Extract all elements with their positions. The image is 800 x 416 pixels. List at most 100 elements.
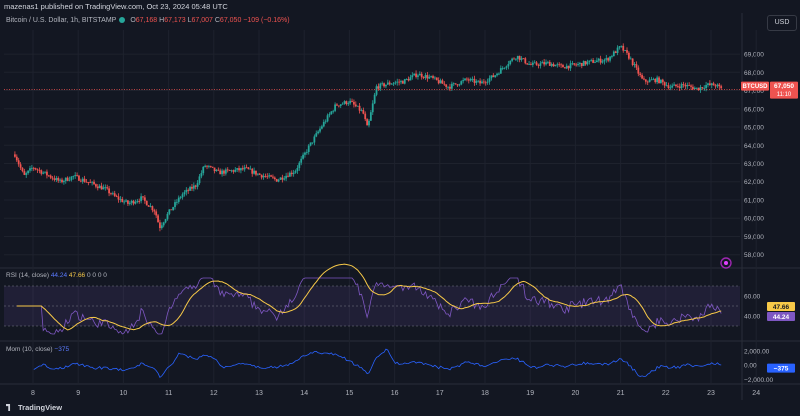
candle-body — [302, 154, 304, 159]
x-tick-label: 21 — [617, 390, 625, 397]
candle-body — [200, 173, 203, 177]
candle-body — [426, 75, 429, 79]
candle-body — [321, 126, 323, 129]
x-tick-label: 23 — [707, 390, 715, 397]
candle-body — [443, 83, 446, 85]
candle-body — [486, 81, 489, 83]
candle-body — [654, 78, 657, 83]
candle-body — [633, 64, 636, 66]
candle-body — [44, 171, 46, 173]
candle-body — [270, 175, 272, 177]
y-tick-label: 58,000 — [744, 252, 764, 259]
candle-body — [174, 202, 176, 208]
candle-body — [513, 58, 515, 60]
candle-body — [428, 76, 431, 79]
candle-body — [673, 84, 675, 86]
candle-body — [375, 86, 378, 95]
candle-body — [219, 170, 222, 175]
chart-svg[interactable]: 69,00068,00067,00066,00065,00064,00063,0… — [0, 0, 800, 416]
candle-body — [191, 186, 193, 189]
candle-body — [385, 84, 387, 87]
candle-body — [449, 86, 451, 89]
candle-body — [567, 65, 570, 69]
candle-body — [594, 62, 596, 63]
candle-body — [153, 210, 156, 212]
candle-body — [304, 152, 306, 155]
candle-body — [138, 201, 141, 202]
candle-body — [117, 196, 120, 200]
candle-body — [641, 75, 643, 79]
candle-body — [627, 52, 630, 59]
candle-body — [177, 197, 180, 202]
candle-body — [520, 58, 523, 60]
candle-body — [234, 169, 237, 172]
candle-body — [603, 59, 606, 62]
candle-body — [507, 64, 510, 67]
candle-body — [635, 64, 638, 68]
candle-body — [275, 179, 278, 182]
candle-body — [59, 179, 62, 181]
candle-body — [251, 168, 254, 174]
candle-body — [34, 168, 37, 170]
candle-body — [369, 112, 372, 121]
candle-body — [123, 201, 126, 203]
candle-body — [256, 173, 259, 175]
currency-button[interactable]: USD — [767, 15, 797, 31]
candle-body — [390, 83, 393, 85]
candle-body — [326, 115, 329, 122]
candle-body — [38, 169, 41, 171]
candle-body — [330, 111, 333, 115]
mom-legend: Mom (10, close) −375 — [6, 346, 69, 353]
candle-body — [703, 88, 706, 89]
candle-body — [545, 62, 547, 65]
candle-body — [79, 180, 82, 182]
candle-body — [288, 172, 291, 177]
candle-body — [701, 87, 704, 89]
candle-body — [552, 64, 555, 67]
candle-body — [192, 185, 195, 189]
candle-body — [539, 63, 542, 66]
candle-body — [501, 68, 504, 69]
candle-body — [119, 198, 122, 200]
candle-body — [718, 84, 721, 87]
ohlc-open: 67,168 — [135, 17, 158, 24]
candle-body — [253, 170, 256, 174]
footer-brand[interactable]: TradingView — [6, 400, 62, 416]
candle-body — [411, 75, 414, 78]
candle-body — [622, 45, 625, 51]
candle-body — [388, 82, 391, 85]
candle-body — [136, 201, 139, 203]
candle-body — [573, 63, 576, 65]
candle-body — [104, 187, 107, 189]
candle-body — [712, 83, 715, 86]
ohlc-close: 67,050 — [219, 17, 242, 24]
candle-body — [716, 84, 719, 87]
candle-body — [537, 64, 540, 66]
candle-body — [345, 101, 348, 105]
candle-body — [530, 64, 532, 66]
candle-body — [646, 81, 649, 83]
ohlc-change: −109 (−0.16%) — [243, 17, 290, 24]
candle-body — [223, 170, 225, 174]
candle-body — [398, 81, 401, 83]
candle-body — [249, 168, 252, 170]
candle-body — [217, 169, 220, 171]
x-tick-label: 17 — [436, 390, 444, 397]
candle-body — [230, 170, 233, 172]
y-tick-label: 64,000 — [744, 143, 764, 150]
candle-body — [526, 63, 529, 65]
candle-body — [445, 84, 448, 87]
candle-body — [392, 83, 395, 85]
candle-body — [305, 151, 308, 153]
candle-body — [680, 84, 683, 88]
rsi-zeros: 0 0 0 0 — [87, 272, 107, 279]
candle-body — [194, 185, 197, 187]
rsi-legend: RSI (14, close) 44.24 47.66 0 0 0 0 — [6, 272, 107, 279]
candle-body — [690, 85, 692, 87]
candle-body — [164, 219, 167, 223]
candle-body — [437, 80, 440, 84]
candle-body — [484, 82, 487, 84]
candle-body — [296, 168, 299, 172]
candle-body — [624, 50, 627, 51]
candle-body — [85, 181, 88, 183]
